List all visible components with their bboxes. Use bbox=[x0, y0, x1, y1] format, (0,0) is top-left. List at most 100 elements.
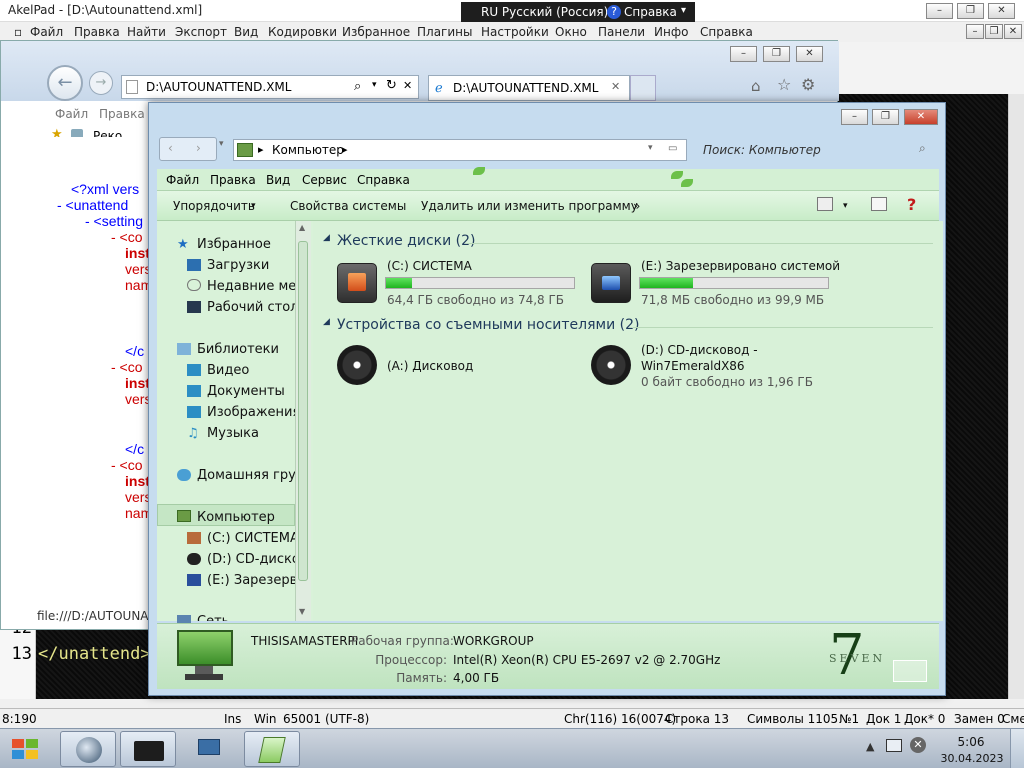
nav-video[interactable]: Видео bbox=[207, 363, 249, 378]
explorer-search-box[interactable]: Поиск: Компьютер ⌕ bbox=[697, 139, 937, 161]
group-hard-disks[interactable]: Жесткие диски (2) bbox=[337, 233, 475, 249]
nav-pictures[interactable]: Изображения bbox=[207, 405, 297, 420]
chevron-down-icon[interactable]: ▾ bbox=[681, 5, 686, 16]
scroll-thumb[interactable] bbox=[298, 241, 308, 581]
maximize-button[interactable]: ❐ bbox=[957, 3, 984, 19]
drive-c-name[interactable]: (C:) СИСТЕМА bbox=[387, 259, 472, 273]
explorer-maximize-button[interactable]: ❐ bbox=[872, 109, 899, 125]
xml-node[interactable]: - <co bbox=[111, 457, 143, 473]
tab-close-icon[interactable]: ✕ bbox=[611, 80, 620, 93]
collapse-icon[interactable]: ◢ bbox=[323, 233, 330, 243]
explorer-menu-file[interactable]: Файл bbox=[166, 173, 199, 187]
mdi-restore-button[interactable]: ❐ bbox=[985, 24, 1003, 39]
organize-button[interactable]: Упорядочить bbox=[173, 199, 255, 213]
chevron-down-icon[interactable]: ▾ bbox=[843, 201, 848, 211]
ie-minimize-button[interactable]: – bbox=[730, 46, 757, 62]
drive-d-name[interactable]: (D:) CD-дисковод - bbox=[641, 343, 758, 357]
breadcrumb-arrow-icon[interactable]: ▸ bbox=[342, 143, 348, 156]
more-commands-button[interactable]: » bbox=[633, 199, 640, 213]
taskbar-explorer[interactable] bbox=[120, 731, 176, 767]
language-help[interactable]: Справка bbox=[624, 5, 677, 19]
network-disconnected-icon[interactable]: ✕ bbox=[910, 737, 926, 753]
explorer-close-button[interactable]: ✕ bbox=[904, 109, 938, 125]
language-indicator[interactable]: RU Русский (Россия) bbox=[481, 5, 608, 19]
search-placeholder[interactable]: Поиск: Компьютер bbox=[703, 143, 821, 157]
mdi-close-button[interactable]: ✕ bbox=[1004, 24, 1022, 39]
menu-settings[interactable]: Настройки bbox=[481, 25, 549, 39]
clock-time[interactable]: 5:06 bbox=[946, 735, 996, 749]
forward-icon[interactable]: → bbox=[89, 71, 113, 95]
nav-drive-c[interactable]: (C:) СИСТЕМА bbox=[207, 531, 299, 546]
nav-libraries[interactable]: Библиотеки bbox=[197, 342, 279, 357]
dvd-drive-icon[interactable] bbox=[591, 345, 631, 385]
minimize-button[interactable]: – bbox=[926, 3, 953, 19]
nav-desktop[interactable]: Рабочий стол bbox=[207, 300, 298, 315]
forward-icon[interactable]: › bbox=[196, 141, 201, 155]
nav-favorites[interactable]: Избранное bbox=[197, 237, 271, 252]
help-icon[interactable]: ? bbox=[607, 5, 621, 19]
ie-maximize-button[interactable]: ❐ bbox=[763, 46, 790, 62]
address-dropdown-icon[interactable]: ▾ bbox=[648, 143, 653, 153]
action-center-icon[interactable] bbox=[886, 739, 902, 752]
uninstall-program-button[interactable]: Удалить или изменить программу bbox=[421, 199, 638, 213]
nav-documents[interactable]: Документы bbox=[207, 384, 285, 399]
drive-d-label[interactable]: Win7EmeraldX86 bbox=[641, 359, 745, 373]
menu-export[interactable]: Экспорт bbox=[175, 25, 227, 39]
drive-e-icon[interactable] bbox=[591, 263, 631, 303]
group-removable[interactable]: Устройства со съемными носителями (2) bbox=[337, 317, 639, 333]
menu-find[interactable]: Найти bbox=[127, 25, 166, 39]
menu-view[interactable]: Вид bbox=[234, 25, 258, 39]
editor-vertical-scrollbar[interactable] bbox=[1008, 94, 1024, 699]
address-text[interactable]: D:\AUTOUNATTEND.XML bbox=[146, 80, 291, 94]
menu-panels[interactable]: Панели bbox=[598, 25, 645, 39]
show-desktop-button[interactable] bbox=[1010, 729, 1024, 768]
nav-drive-e[interactable]: (E:) Зарезервир bbox=[207, 573, 297, 588]
ie-address-bar[interactable]: D:\AUTOUNATTEND.XML ⌕ ▾ ↻ ✕ bbox=[121, 75, 419, 99]
breadcrumb-arrow-icon[interactable]: ▸ bbox=[258, 143, 264, 156]
tab-title[interactable]: D:\AUTOUNATTEND.XML bbox=[453, 81, 598, 95]
chevron-down-icon[interactable]: ▾ bbox=[372, 80, 377, 90]
drive-e-name[interactable]: (E:) Зарезервировано системой bbox=[641, 259, 840, 273]
nav-computer[interactable]: Компьютер bbox=[197, 510, 275, 525]
search-icon[interactable]: ⌕ bbox=[919, 141, 926, 156]
ie-menu-edit[interactable]: Правка bbox=[99, 107, 145, 121]
ie-close-button[interactable]: ✕ bbox=[796, 46, 823, 62]
refresh-icon[interactable]: ▭ bbox=[668, 143, 677, 154]
menu-encodings[interactable]: Кодировки bbox=[268, 25, 337, 39]
explorer-menu-tools[interactable]: Сервис bbox=[302, 173, 347, 187]
taskbar-ie[interactable] bbox=[60, 731, 116, 767]
scroll-down-icon[interactable]: ▼ bbox=[299, 607, 305, 616]
nav-downloads[interactable]: Загрузки bbox=[207, 258, 269, 273]
clock-date[interactable]: 30.04.2023 bbox=[940, 752, 1004, 765]
menu-info[interactable]: Инфо bbox=[654, 25, 688, 39]
drive-a-name[interactable]: (A:) Дисковод bbox=[387, 359, 473, 373]
breadcrumb-computer[interactable]: Компьютер bbox=[272, 143, 344, 157]
back-icon[interactable]: ← bbox=[47, 65, 83, 101]
xml-node[interactable]: - <setting bbox=[85, 213, 143, 229]
menu-file[interactable]: Файл bbox=[30, 25, 63, 39]
scroll-up-icon[interactable]: ▲ bbox=[299, 223, 305, 232]
help-icon[interactable]: ? bbox=[907, 195, 916, 214]
favorites-star-icon[interactable]: ☆ bbox=[777, 75, 791, 94]
ie-menu-file[interactable]: Файл bbox=[55, 107, 88, 121]
menu-window[interactable]: Окно bbox=[555, 25, 587, 39]
nav-drive-d[interactable]: (D:) CD-дисков bbox=[207, 552, 297, 567]
explorer-menu-help[interactable]: Справка bbox=[357, 173, 410, 187]
floppy-drive-icon[interactable] bbox=[337, 345, 377, 385]
xml-node[interactable]: - <co bbox=[111, 229, 143, 245]
language-bar[interactable]: RU Русский (Россия) ? Справка ▾ bbox=[461, 2, 695, 22]
ie-tab[interactable]: ℯ D:\AUTOUNATTEND.XML ✕ bbox=[428, 75, 630, 101]
back-icon[interactable]: ‹ bbox=[168, 141, 173, 155]
menu-edit[interactable]: Правка bbox=[74, 25, 120, 39]
drive-c-icon[interactable] bbox=[337, 263, 377, 303]
preview-pane-icon[interactable] bbox=[871, 197, 887, 211]
gear-icon[interactable]: ⚙ bbox=[801, 75, 815, 94]
menu-plugins[interactable]: Плагины bbox=[417, 25, 472, 39]
close-button[interactable]: ✕ bbox=[988, 3, 1015, 19]
explorer-menu-edit[interactable]: Правка bbox=[210, 173, 256, 187]
refresh-icon[interactable]: ↻ bbox=[386, 78, 397, 93]
collapse-icon[interactable]: ◢ bbox=[323, 317, 330, 327]
start-button[interactable] bbox=[6, 733, 46, 765]
chevron-down-icon[interactable]: ▾ bbox=[251, 201, 256, 211]
taskbar-laptop[interactable] bbox=[186, 733, 234, 765]
